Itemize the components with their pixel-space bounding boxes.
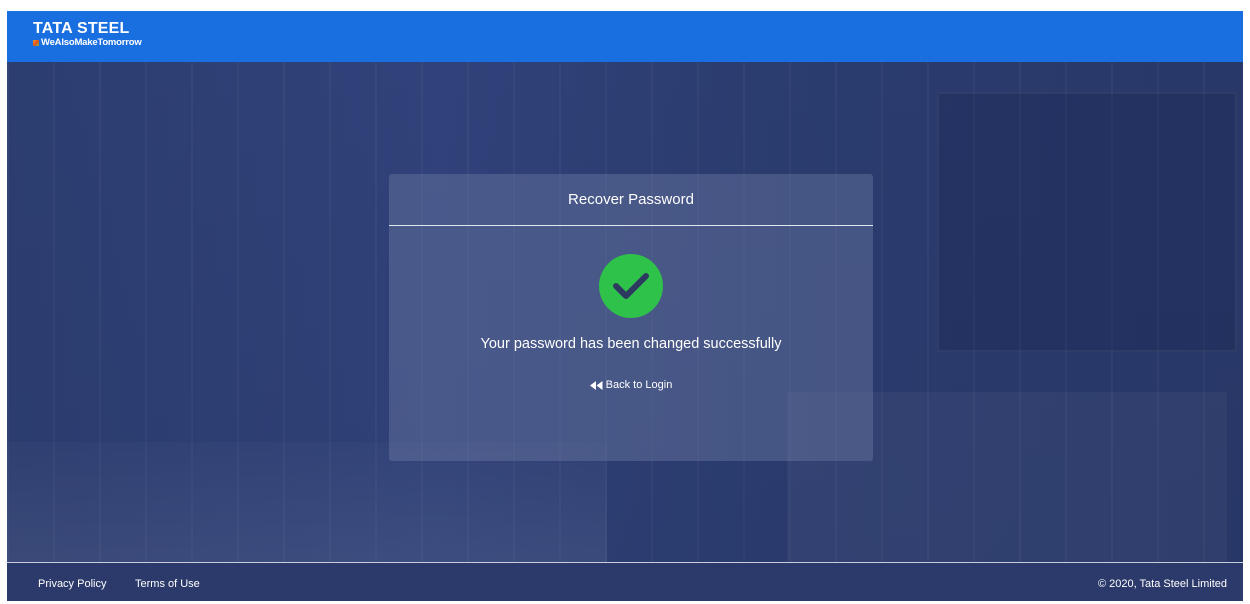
tata-steel-logo[interactable]: TATA STEEL WeAlsoMakeTomorrow — [33, 20, 142, 49]
logo-tagline-row: WeAlsoMakeTomorrow — [33, 37, 142, 49]
app-window: TATA STEEL WeAlsoMakeTomorrow Recover Pa… — [7, 11, 1243, 601]
hashtag-icon — [33, 40, 39, 46]
double-chevron-left-icon — [589, 380, 603, 390]
top-navbar: TATA STEEL WeAlsoMakeTomorrow — [7, 11, 1243, 62]
copyright-text: © 2020, Tata Steel Limited — [1098, 578, 1227, 590]
back-to-login-label: Back to Login — [605, 379, 673, 391]
card-title: Recover Password — [568, 191, 694, 208]
privacy-policy-link[interactable]: Privacy Policy — [38, 578, 106, 590]
logo-wordmark: TATA STEEL — [33, 20, 130, 37]
check-circle-icon — [599, 254, 663, 318]
background-window — [937, 92, 1237, 352]
logo-tagline: WeAlsoMakeTomorrow — [41, 37, 142, 48]
footer: Privacy Policy Terms of Use © 2020, Tata… — [7, 562, 1243, 601]
background-image: Recover Password Your password has been … — [7, 62, 1243, 562]
terms-of-use-link[interactable]: Terms of Use — [135, 578, 200, 590]
success-message: Your password has been changed successfu… — [480, 336, 782, 352]
card-header: Recover Password — [389, 174, 873, 226]
recover-password-card: Recover Password Your password has been … — [389, 174, 873, 461]
checkmark-icon — [613, 273, 649, 299]
back-to-login-link[interactable]: Back to Login — [389, 379, 873, 391]
